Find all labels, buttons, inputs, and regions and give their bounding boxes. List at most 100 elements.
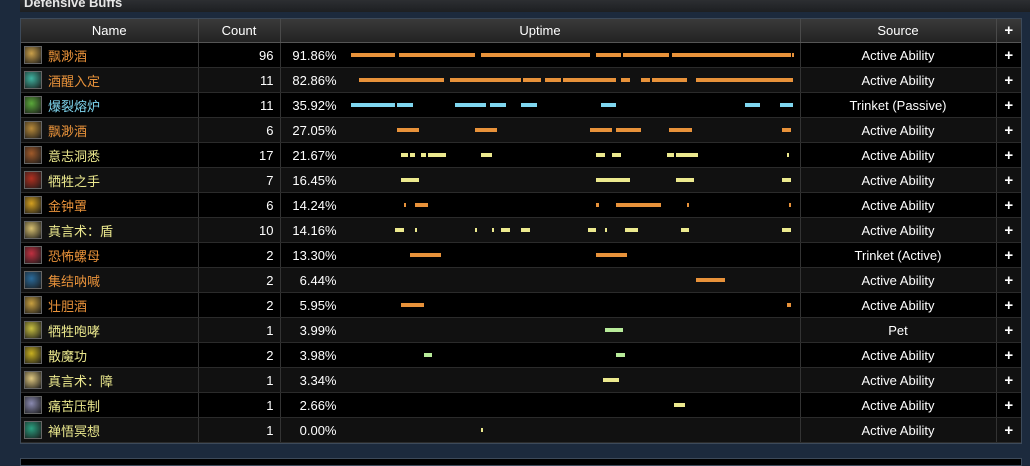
- expand-row-button[interactable]: +: [996, 92, 1021, 118]
- uptime-percent: 0.00%: [299, 422, 337, 438]
- uptime-segment: [450, 78, 522, 82]
- uptime-segment: [676, 178, 694, 182]
- uptime-segment: [410, 153, 415, 157]
- zen-meditation-icon: [24, 421, 42, 439]
- expand-all-button[interactable]: +: [996, 19, 1021, 43]
- name-cell: 意志洞悉: [21, 142, 199, 168]
- expand-row-button[interactable]: +: [996, 42, 1021, 68]
- buff-source: Active Ability: [800, 417, 997, 443]
- uptime-segment: [622, 53, 670, 57]
- uptime-segment: [640, 78, 650, 82]
- expand-row-button[interactable]: +: [996, 117, 1021, 143]
- buff-name[interactable]: 酒醒入定: [48, 74, 100, 89]
- buff-name[interactable]: 集结呐喊: [48, 274, 100, 289]
- uptime-cell: 6.44%: [280, 267, 801, 293]
- uptime-segment: [616, 153, 621, 157]
- uptime-segment: [401, 178, 420, 182]
- uptime-timeline: [351, 243, 794, 267]
- uptime-segment: [481, 53, 590, 57]
- expand-row-button[interactable]: +: [996, 342, 1021, 368]
- uptime-segment: [696, 278, 725, 282]
- buff-name[interactable]: 意志洞悉: [48, 149, 100, 164]
- buff-name[interactable]: 壮胆酒: [48, 299, 87, 314]
- name-cell: 真言术：障: [21, 367, 199, 393]
- table-row[interactable]: 壮胆酒 2 5.95% Active Ability +: [21, 292, 1021, 318]
- column-header-uptime[interactable]: Uptime: [280, 19, 801, 43]
- buff-name[interactable]: 飘渺酒: [48, 124, 87, 139]
- expand-row-button[interactable]: +: [996, 192, 1021, 218]
- buff-source: Active Ability: [800, 392, 997, 418]
- table-row[interactable]: 真言术：障 1 3.34% Active Ability +: [21, 367, 1021, 393]
- buff-name[interactable]: 飘渺酒: [48, 49, 87, 64]
- table-row[interactable]: 禅悟冥想 1 0.00% Active Ability +: [21, 417, 1021, 443]
- uptime-percent: 5.95%: [299, 297, 337, 313]
- uptime-segment: [474, 128, 497, 132]
- uptime-cell: 35.92%: [280, 92, 801, 118]
- buff-count: 1: [198, 367, 281, 393]
- uptime-segment: [397, 103, 413, 107]
- buff-name[interactable]: 真言术：盾: [48, 224, 113, 239]
- table-row[interactable]: 牺牲咆哮 1 3.99% Pet +: [21, 317, 1021, 343]
- buff-source: Active Ability: [800, 267, 997, 293]
- buff-name[interactable]: 金钟罩: [48, 199, 87, 214]
- column-header-source[interactable]: Source: [800, 19, 997, 43]
- column-header-count[interactable]: Count: [198, 19, 281, 43]
- expand-row-button[interactable]: +: [996, 367, 1021, 393]
- uptime-segment: [616, 353, 626, 357]
- buff-name[interactable]: 真言术：障: [48, 374, 113, 389]
- table-row[interactable]: 牺牲之手 7 16.45% Active Ability +: [21, 167, 1021, 193]
- buff-source: Active Ability: [800, 192, 997, 218]
- uptime-segment: [596, 253, 628, 257]
- buff-name[interactable]: 禅悟冥想: [48, 424, 100, 439]
- buff-count: 11: [198, 92, 281, 118]
- insight-eye-icon: [24, 146, 42, 164]
- expand-row-button[interactable]: +: [996, 242, 1021, 268]
- expand-row-button[interactable]: +: [996, 67, 1021, 93]
- table-row[interactable]: 真言术：盾 10 14.16% Active Ability +: [21, 217, 1021, 243]
- buff-name[interactable]: 爆裂熔炉: [48, 99, 100, 114]
- uptime-percent: 16.45%: [292, 172, 337, 188]
- uptime-segment: [523, 78, 541, 82]
- table-header-row: Name Count Uptime Source +: [21, 19, 1021, 43]
- uptime-segment: [563, 78, 617, 82]
- buff-source: Active Ability: [800, 117, 997, 143]
- table-row[interactable]: 飘渺酒 6 27.05% Active Ability +: [21, 117, 1021, 143]
- table-row[interactable]: 散魔功 2 3.98% Active Ability +: [21, 342, 1021, 368]
- uptime-timeline: [351, 318, 794, 342]
- table-row[interactable]: 集结呐喊 2 6.44% Active Ability +: [21, 267, 1021, 293]
- expand-row-button[interactable]: +: [996, 417, 1021, 443]
- buff-name[interactable]: 恐怖螺母: [48, 249, 100, 264]
- table-row[interactable]: 金钟罩 6 14.24% Active Ability +: [21, 192, 1021, 218]
- buff-count: 2: [198, 292, 281, 318]
- uptime-segment: [587, 228, 597, 232]
- uptime-cell: 14.24%: [280, 192, 801, 218]
- table-row[interactable]: 恐怖螺母 2 13.30% Trinket (Active) +: [21, 242, 1021, 268]
- uptime-cell: 0.00%: [280, 417, 801, 443]
- table-row[interactable]: 飘渺酒 96 91.86% Active Ability +: [21, 42, 1021, 68]
- buff-source: Active Ability: [800, 142, 997, 168]
- column-header-name[interactable]: Name: [21, 19, 199, 43]
- buff-name[interactable]: 牺牲咆哮: [48, 324, 100, 339]
- table-row[interactable]: 意志洞悉 17 21.67% Active Ability +: [21, 142, 1021, 168]
- buff-count: 6: [198, 192, 281, 218]
- expand-row-button[interactable]: +: [996, 142, 1021, 168]
- expand-row-button[interactable]: +: [996, 392, 1021, 418]
- expand-row-button[interactable]: +: [996, 317, 1021, 343]
- expand-row-button[interactable]: +: [996, 167, 1021, 193]
- buff-name[interactable]: 痛苦压制: [48, 399, 100, 414]
- buff-count: 96: [198, 42, 281, 68]
- uptime-segment: [600, 103, 617, 107]
- uptime-percent: 35.92%: [292, 97, 337, 113]
- expand-row-button[interactable]: +: [996, 292, 1021, 318]
- table-row[interactable]: 痛苦压制 1 2.66% Active Ability +: [21, 392, 1021, 418]
- expand-row-button[interactable]: +: [996, 217, 1021, 243]
- buff-name[interactable]: 散魔功: [48, 349, 87, 364]
- buff-count: 7: [198, 167, 281, 193]
- uptime-cell: 5.95%: [280, 292, 801, 318]
- expand-row-button[interactable]: +: [996, 267, 1021, 293]
- uptime-timeline: [350, 93, 794, 117]
- buff-name[interactable]: 牺牲之手: [48, 174, 100, 189]
- buff-source: Trinket (Passive): [800, 92, 997, 118]
- table-row[interactable]: 爆裂熔炉 11 35.92% Trinket (Passive) +: [21, 92, 1021, 118]
- table-row[interactable]: 酒醒入定 11 82.86% Active Ability +: [21, 67, 1021, 93]
